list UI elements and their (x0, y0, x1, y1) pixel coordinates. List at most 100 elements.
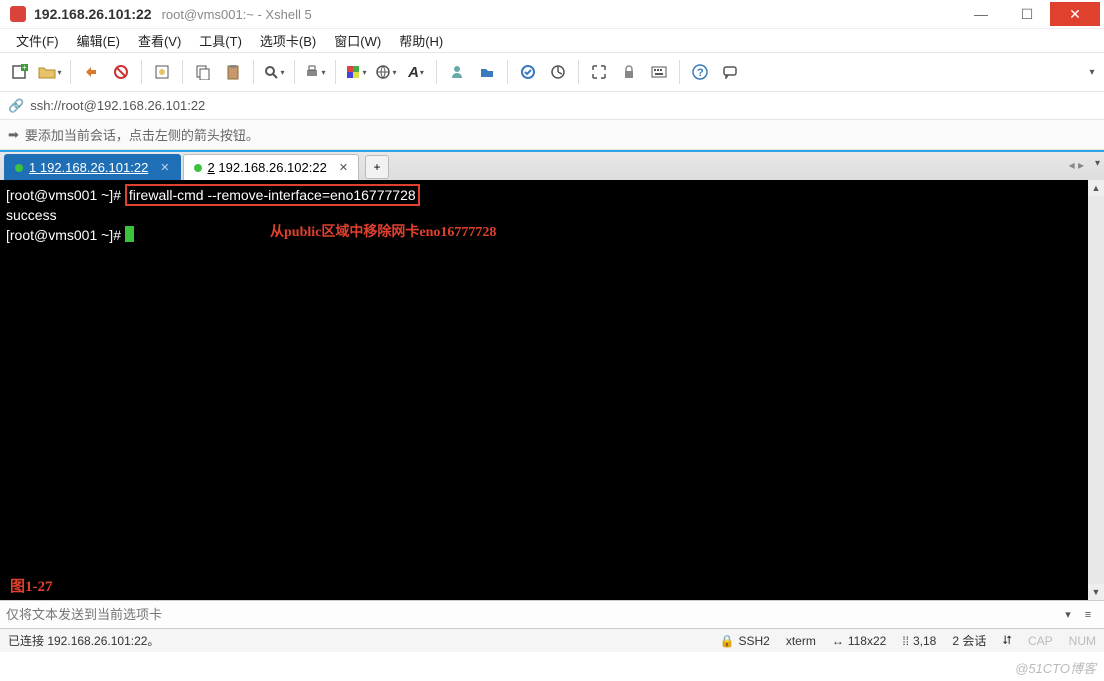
separator (294, 60, 295, 84)
cursor (125, 226, 134, 242)
watermark: @51CTO博客 (1015, 658, 1096, 677)
status-num: NUM (1069, 634, 1096, 648)
title-sub: root@vms001:~ - Xshell 5 (162, 7, 312, 22)
svg-text:+: + (22, 63, 27, 72)
scroll-track[interactable] (1088, 196, 1104, 584)
tunneling-button[interactable] (514, 58, 542, 86)
window-controls: — ☐ ✕ (958, 2, 1100, 26)
infobar-text: 要添加当前会话，点击左侧的箭头按钮。 (25, 125, 259, 144)
disconnect-button[interactable] (107, 58, 135, 86)
figure-label: 图1-27 (10, 578, 53, 596)
size-icon: ↔ (832, 634, 844, 648)
compose-input[interactable] (6, 607, 1058, 622)
status-arrows[interactable]: ⮃ (1002, 633, 1012, 648)
separator (253, 60, 254, 84)
prompt: [root@vms001 ~]# (6, 187, 125, 203)
separator (70, 60, 71, 84)
status-cap: CAP (1028, 634, 1053, 648)
lock-button[interactable] (615, 58, 643, 86)
keyboard-button[interactable] (645, 58, 673, 86)
title-ip: 192.168.26.101:22 (34, 6, 152, 22)
session-tab[interactable]: 2 192.168.26.102:22 ✕ (183, 154, 360, 180)
arrow-icon[interactable]: ➡ (8, 127, 19, 143)
separator (679, 60, 680, 84)
terminal[interactable]: [root@vms001 ~]# firewall-cmd --remove-i… (0, 180, 1088, 600)
terminal-output: success (6, 207, 57, 223)
status-dot-icon (15, 164, 23, 172)
menu-tools[interactable]: 工具(T) (193, 29, 248, 52)
tab-label: 192.168.26.101:22 (40, 160, 148, 175)
separator (507, 60, 508, 84)
properties-button[interactable] (148, 58, 176, 86)
open-button[interactable]: ▾ (36, 58, 64, 86)
addressbar: 🔗 ssh://root@192.168.26.101:22 (0, 92, 1104, 120)
tab-nav-arrows[interactable]: ◂ ▸ (1069, 158, 1084, 172)
tab-list-button[interactable]: ▾ (1095, 158, 1100, 169)
tab-num: 1 (29, 160, 36, 175)
toolbar: + ▾ ▾ ▾ ▾ ▾ A▾ ? ▾ (0, 52, 1104, 92)
minimize-button[interactable]: — (958, 2, 1004, 26)
svg-text:?: ? (697, 67, 704, 79)
reconnect-button[interactable] (77, 58, 105, 86)
lock-icon: 🔒 (720, 634, 735, 648)
menu-edit[interactable]: 编辑(E) (71, 29, 126, 52)
separator (335, 60, 336, 84)
xftp-button[interactable] (473, 58, 501, 86)
menubar: 文件(F) 编辑(E) 查看(V) 工具(T) 选项卡(B) 窗口(W) 帮助(… (0, 28, 1104, 52)
compose-menu-button[interactable]: ≡ (1078, 605, 1098, 625)
status-pos: ⁞⁞3,18 (902, 634, 936, 648)
infobar: ➡ 要添加当前会话，点击左侧的箭头按钮。 (0, 120, 1104, 150)
link-icon: 🔗 (8, 98, 24, 114)
tab-close-button[interactable]: ✕ (339, 161, 348, 174)
maximize-button[interactable]: ☐ (1004, 2, 1050, 26)
copy-button[interactable] (189, 58, 217, 86)
print-button[interactable]: ▾ (301, 58, 329, 86)
app-icon (10, 6, 26, 22)
status-dot-icon (194, 164, 202, 172)
compose-target-button[interactable]: ▾ (1058, 605, 1078, 625)
session-tab-active[interactable]: 1 192.168.26.101:22 ✕ (4, 154, 181, 180)
status-ssh: 🔒SSH2 (720, 634, 770, 648)
new-tab-button[interactable]: + (365, 155, 389, 179)
color-scheme-button[interactable]: ▾ (342, 58, 370, 86)
tab-label: 192.168.26.102:22 (218, 160, 326, 175)
titlebar: 192.168.26.101:22 root@vms001:~ - Xshell… (0, 0, 1104, 28)
compose-button[interactable] (544, 58, 572, 86)
status-connected: 已连接 192.168.26.101:22。 (8, 632, 704, 649)
tab-num: 2 (208, 160, 215, 175)
menu-tabs[interactable]: 选项卡(B) (254, 29, 322, 52)
menu-help[interactable]: 帮助(H) (393, 29, 449, 52)
new-session-button[interactable]: + (6, 58, 34, 86)
separator (141, 60, 142, 84)
toolbar-overflow-button[interactable]: ▾ (1086, 67, 1098, 78)
tabstrip: 1 192.168.26.101:22 ✕ 2 192.168.26.102:2… (0, 150, 1104, 180)
feedback-button[interactable] (716, 58, 744, 86)
help-button[interactable]: ? (686, 58, 714, 86)
status-term: xterm (786, 634, 816, 648)
separator (578, 60, 579, 84)
scrollbar[interactable]: ▲ ▼ (1088, 180, 1104, 600)
close-button[interactable]: ✕ (1050, 2, 1100, 26)
separator (182, 60, 183, 84)
tab-close-button[interactable]: ✕ (160, 161, 169, 174)
xagent-button[interactable] (443, 58, 471, 86)
fullscreen-button[interactable] (585, 58, 613, 86)
encoding-button[interactable]: ▾ (372, 58, 400, 86)
terminal-area: [root@vms001 ~]# firewall-cmd --remove-i… (0, 180, 1104, 600)
menu-file[interactable]: 文件(F) (10, 29, 65, 52)
menu-view[interactable]: 查看(V) (132, 29, 187, 52)
scroll-down-button[interactable]: ▼ (1088, 584, 1104, 600)
command-highlight: firewall-cmd --remove-interface=eno16777… (125, 184, 420, 206)
menu-window[interactable]: 窗口(W) (328, 29, 387, 52)
find-button[interactable]: ▾ (260, 58, 288, 86)
prompt: [root@vms001 ~]# (6, 227, 125, 243)
compose-bar: ▾ ≡ (0, 600, 1104, 628)
grid-icon: ⁞⁞ (902, 634, 909, 648)
font-button[interactable]: A▾ (402, 58, 430, 86)
scroll-up-button[interactable]: ▲ (1088, 180, 1104, 196)
paste-button[interactable] (219, 58, 247, 86)
address-url[interactable]: ssh://root@192.168.26.101:22 (30, 98, 205, 113)
annotation-text: 从public区域中移除网卡eno16777728 (270, 224, 496, 242)
status-size: ↔118x22 (832, 634, 886, 648)
status-sessions: 2 会话 (952, 632, 986, 649)
